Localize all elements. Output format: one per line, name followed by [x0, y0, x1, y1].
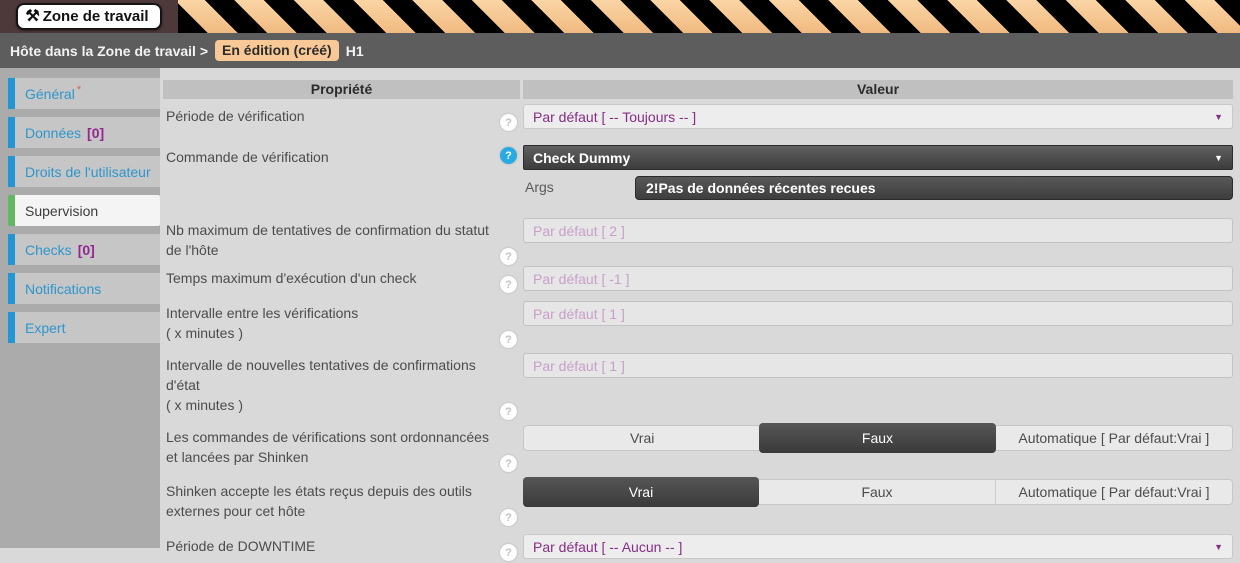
toggle-option-vrai[interactable]: Vrai	[523, 477, 759, 507]
help-icon[interactable]: ?	[500, 455, 517, 472]
sidebar-item-label: Données	[25, 125, 81, 141]
workspace-button-label: Zone de travail	[43, 8, 149, 25]
command-args-row: Args	[523, 176, 1233, 200]
property-label-line2: ( x minutes )	[166, 323, 496, 343]
sidebar-item-label: Expert	[25, 320, 65, 336]
property-label-cell: Temps maximum d'exécution d'un check ?	[163, 266, 520, 288]
sidebar-item-label: Général	[25, 86, 75, 102]
property-label: Période de vérification	[166, 108, 305, 124]
table-row: Période de DOWNTIME ? Par défaut [ -- Au…	[163, 534, 1233, 559]
property-label-cell: Période de vérification ?	[163, 104, 520, 126]
workspace-button[interactable]: ⚒ Zone de travail	[16, 3, 161, 30]
table-row: Période de vérification ? Par défaut [ -…	[163, 104, 1233, 129]
breadcrumb: Hôte dans la Zone de travail > En éditio…	[0, 33, 1240, 68]
table-row: Commande de vérification ? Check Dummy ▼…	[163, 145, 1233, 200]
top-stripes-banner: ⚒ Zone de travail	[0, 0, 1240, 33]
passive-checks-toggle: Vrai Faux Automatique [ Par défaut:Vrai …	[523, 479, 1233, 505]
property-label: Période de DOWNTIME	[166, 538, 315, 554]
property-label-cell: Les commandes de vérifications sont ordo…	[163, 425, 520, 467]
help-icon[interactable]: ?	[500, 276, 517, 293]
table-row: Intervalle entre les vérifications ( x m…	[163, 301, 1233, 343]
sidebar-item-label: Supervision	[25, 203, 98, 219]
max-check-attempts-input[interactable]	[523, 218, 1233, 243]
args-label: Args	[523, 176, 635, 200]
toggle-option-faux[interactable]: Faux	[759, 423, 995, 453]
selected-value: Check Dummy	[533, 150, 630, 166]
active-checks-toggle: Vrai Faux Automatique [ Par défaut:Vrai …	[523, 425, 1233, 451]
selected-value: Par défaut [ -- Aucun -- ]	[533, 539, 682, 555]
sidebar-item-expert[interactable]: Expert	[8, 312, 160, 343]
table-row: Temps maximum d'exécution d'un check ?	[163, 266, 1233, 291]
check-interval-input[interactable]	[523, 301, 1233, 326]
chevron-down-icon: ▼	[1214, 542, 1223, 552]
sidebar-item-notifications[interactable]: Notifications	[8, 273, 160, 304]
property-label-cell: Intervalle entre les vérifications ( x m…	[163, 301, 520, 343]
toggle-option-automatique[interactable]: Automatique [ Par défaut:Vrai ]	[995, 480, 1232, 504]
sidebar-item-label: Checks	[25, 242, 72, 258]
property-label: Intervalle entre les vérifications	[166, 303, 496, 323]
item-count-badge: [0]	[78, 242, 95, 258]
table-row: Les commandes de vérifications sont ordo…	[163, 425, 1233, 467]
toggle-option-automatique[interactable]: Automatique [ Par défaut:Vrai ]	[995, 426, 1232, 450]
help-icon[interactable]: ?	[500, 544, 517, 561]
check-period-select[interactable]: Par défaut [ -- Toujours -- ] ▼	[523, 104, 1233, 129]
toggle-option-faux[interactable]: Faux	[758, 480, 995, 504]
toggle-option-vrai[interactable]: Vrai	[524, 426, 760, 450]
tools-icon: ⚒	[25, 9, 39, 25]
table-row: Nb maximum de tentatives de confirmation…	[163, 218, 1233, 260]
required-marker: *	[77, 84, 81, 96]
help-icon[interactable]: ?	[500, 248, 517, 265]
help-icon[interactable]: ?	[500, 331, 517, 348]
property-label-cell: Nb maximum de tentatives de confirmation…	[163, 218, 520, 260]
property-label: Nb maximum de tentatives de confirmation…	[166, 222, 489, 258]
property-label-line2: ( x minutes )	[166, 395, 496, 415]
table-row: Shinken accepte les états reçus depuis d…	[163, 479, 1233, 521]
chevron-down-icon: ▼	[1214, 153, 1223, 163]
status-badge: En édition (créé)	[215, 40, 339, 61]
table-header: Propriété Valeur	[163, 80, 1233, 99]
breadcrumb-path: Hôte dans la Zone de travail >	[10, 43, 208, 59]
sidebar-item-general[interactable]: Général *	[8, 78, 160, 109]
table-row: Intervalle de nouvelles tentatives de co…	[163, 353, 1233, 415]
chevron-down-icon: ▼	[1214, 112, 1223, 122]
property-label: Shinken accepte les états reçus depuis d…	[166, 483, 472, 519]
check-timeout-input[interactable]	[523, 266, 1233, 291]
help-icon[interactable]: ?	[500, 403, 517, 420]
sidebar-item-supervision[interactable]: Supervision	[8, 195, 160, 226]
workspace-brand-block: ⚒ Zone de travail	[0, 0, 178, 33]
help-icon[interactable]: ?	[500, 147, 517, 164]
property-label-cell: Période de DOWNTIME ?	[163, 534, 520, 556]
property-label-cell: Intervalle de nouvelles tentatives de co…	[163, 353, 520, 415]
help-icon[interactable]: ?	[500, 114, 517, 131]
property-label-cell: Commande de vérification ?	[163, 145, 520, 167]
property-label: Commande de vérification	[166, 149, 329, 165]
retry-interval-input[interactable]	[523, 353, 1233, 378]
sidebar-item-label: Droits de l'utilisateur	[25, 164, 151, 180]
breadcrumb-item-name: H1	[346, 43, 364, 59]
args-input[interactable]	[635, 176, 1233, 200]
downtime-period-select[interactable]: Par défaut [ -- Aucun -- ] ▼	[523, 534, 1233, 559]
help-icon[interactable]: ?	[500, 509, 517, 526]
supervision-form: Propriété Valeur Période de vérification…	[160, 68, 1240, 548]
property-label-cell: Shinken accepte les états reçus depuis d…	[163, 479, 520, 521]
sidebar-item-checks[interactable]: Checks [0]	[8, 234, 160, 265]
sidebar: Général * Données [0] Droits de l'utilis…	[0, 68, 160, 548]
property-label: Les commandes de vérifications sont ordo…	[166, 429, 489, 465]
property-column-header: Propriété	[163, 80, 520, 99]
property-label: Temps maximum d'exécution d'un check	[166, 270, 416, 286]
property-label: Intervalle de nouvelles tentatives de co…	[166, 355, 496, 395]
sidebar-item-label: Notifications	[25, 281, 101, 297]
selected-value: Par défaut [ -- Toujours -- ]	[533, 109, 696, 125]
item-count-badge: [0]	[87, 125, 104, 141]
value-column-header: Valeur	[523, 80, 1233, 99]
sidebar-item-droits-utilisateur[interactable]: Droits de l'utilisateur	[8, 156, 160, 187]
check-command-select[interactable]: Check Dummy ▼	[523, 145, 1233, 170]
sidebar-item-donnees[interactable]: Données [0]	[8, 117, 160, 148]
